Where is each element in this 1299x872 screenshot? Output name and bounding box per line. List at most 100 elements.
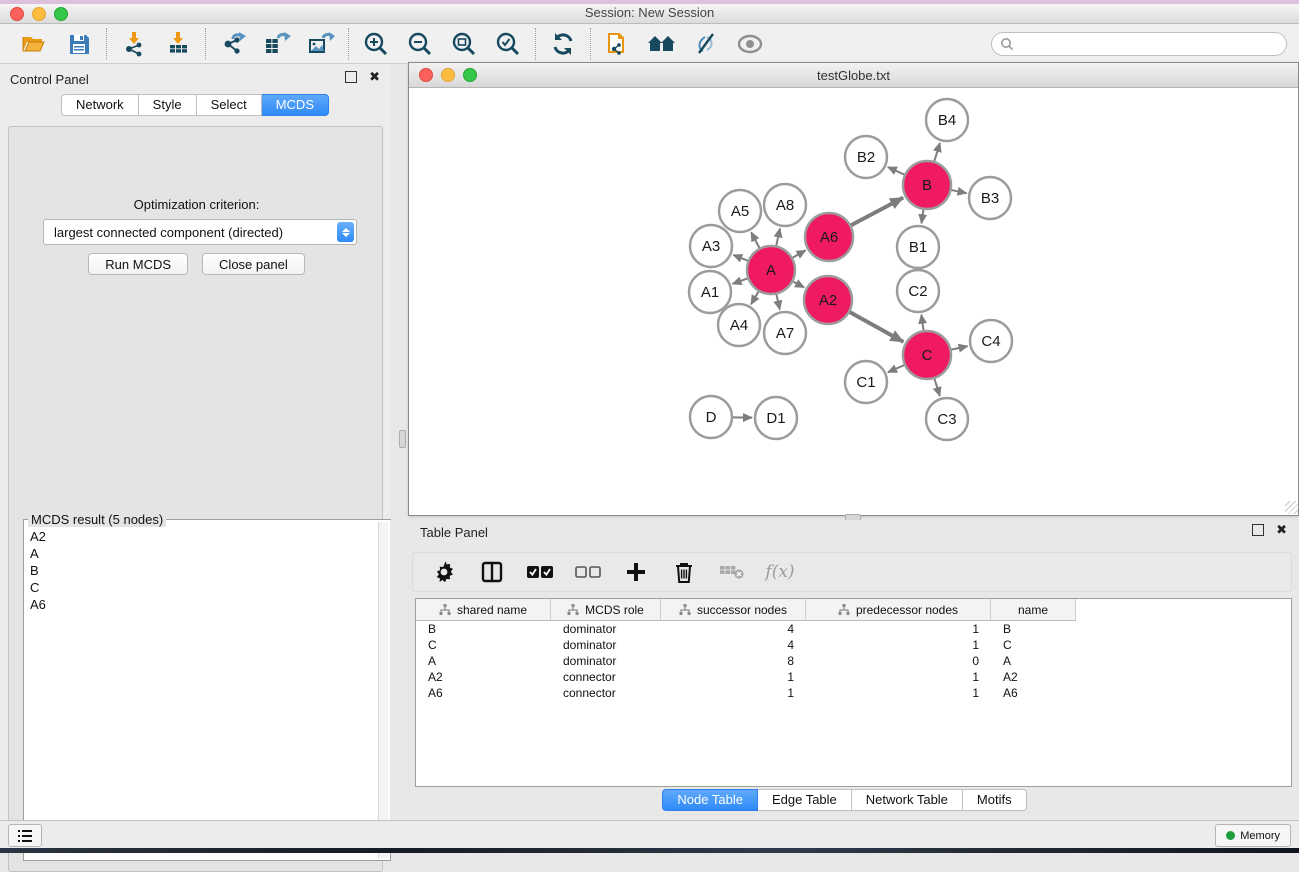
edge-A-A4[interactable] <box>751 292 758 305</box>
search-input[interactable] <box>1014 34 1286 54</box>
table-cell[interactable]: A2 <box>416 669 551 685</box>
table-row[interactable]: A2connector11A2 <box>416 669 1291 685</box>
node-D1[interactable]: D1 <box>755 397 797 439</box>
import-table-icon[interactable] <box>161 28 195 60</box>
table-cell[interactable]: dominator <box>551 653 661 669</box>
table-cell[interactable]: 1 <box>806 621 991 637</box>
node-D[interactable]: D <box>690 396 732 438</box>
deselect-checks-icon[interactable] <box>575 559 601 585</box>
edge-B-B2[interactable] <box>888 167 904 175</box>
table-cell[interactable]: 1 <box>806 685 991 701</box>
node-B[interactable]: B <box>903 161 951 209</box>
edge-A6-B[interactable] <box>851 198 903 226</box>
node-C4[interactable]: C4 <box>970 320 1012 362</box>
node-A1[interactable]: A1 <box>689 271 731 313</box>
delete-table-icon[interactable] <box>719 559 745 585</box>
node-B1[interactable]: B1 <box>897 226 939 268</box>
table-cell[interactable]: A6 <box>416 685 551 701</box>
mcds-result-item[interactable]: A2 <box>26 528 378 545</box>
export-network-icon[interactable] <box>216 28 250 60</box>
result-scrollbar[interactable] <box>378 522 388 858</box>
criterion-select[interactable]: largest connected component (directed) <box>43 219 357 245</box>
tab-network-table[interactable]: Network Table <box>852 789 963 811</box>
node-B3[interactable]: B3 <box>969 177 1011 219</box>
run-mcds-button[interactable]: Run MCDS <box>88 253 188 275</box>
edge-C-C3[interactable] <box>934 379 939 396</box>
table-cell[interactable]: B <box>991 621 1076 637</box>
table-cell[interactable]: 1 <box>661 685 806 701</box>
open-folder-icon[interactable] <box>18 28 52 60</box>
refresh-layout-icon[interactable] <box>546 28 580 60</box>
copy-network-icon[interactable] <box>601 28 635 60</box>
select-all-checks-icon[interactable] <box>527 559 553 585</box>
tab-select[interactable]: Select <box>197 94 262 116</box>
table-row[interactable]: Adominator80A <box>416 653 1291 669</box>
edge-A-A3[interactable] <box>733 255 748 261</box>
tab-network[interactable]: Network <box>61 94 139 116</box>
close-panel-icon[interactable]: ✖ <box>369 72 380 82</box>
split-columns-icon[interactable] <box>479 559 505 585</box>
edge-B-B4[interactable] <box>934 143 940 161</box>
column-header-successor-nodes[interactable]: successor nodes <box>661 599 806 621</box>
node-A4[interactable]: A4 <box>718 304 760 346</box>
table-cell[interactable]: 1 <box>806 637 991 653</box>
table-cell[interactable]: A <box>991 653 1076 669</box>
node-C[interactable]: C <box>903 331 951 379</box>
table-cell[interactable]: 1 <box>661 669 806 685</box>
function-builder-icon[interactable]: f(x) <box>767 559 793 585</box>
network-canvas[interactable]: B4B2BB3B1A5A8A6A3AA1C2A2A4A7C4CC1C3DD1 <box>409 88 1298 514</box>
hide-labels-icon[interactable] <box>689 28 723 60</box>
node-A5[interactable]: A5 <box>719 190 761 232</box>
node-A8[interactable]: A8 <box>764 184 806 226</box>
mcds-result-item[interactable]: A6 <box>26 596 378 613</box>
node-A[interactable]: A <box>747 246 795 294</box>
network-graph[interactable]: B4B2BB3B1A5A8A6A3AA1C2A2A4A7C4CC1C3DD1 <box>409 88 1298 514</box>
network-window-titlebar[interactable]: testGlobe.txt <box>409 63 1298 88</box>
column-header-predecessor-nodes[interactable]: predecessor nodes <box>806 599 991 621</box>
edge-A-A8[interactable] <box>776 228 780 245</box>
table-cell[interactable]: connector <box>551 685 661 701</box>
column-header-mcds-role[interactable]: MCDS role <box>551 599 661 621</box>
mcds-result-item[interactable]: A <box>26 545 378 562</box>
import-network-icon[interactable] <box>117 28 151 60</box>
tab-motifs[interactable]: Motifs <box>963 789 1027 811</box>
tab-style[interactable]: Style <box>139 94 197 116</box>
zoom-selected-icon[interactable] <box>491 28 525 60</box>
node-C2[interactable]: C2 <box>897 270 939 312</box>
edge-C-C2[interactable] <box>921 315 923 330</box>
node-A2[interactable]: A2 <box>804 276 852 324</box>
table-cell[interactable]: 1 <box>806 669 991 685</box>
add-column-icon[interactable] <box>623 559 649 585</box>
table-cell[interactable]: dominator <box>551 637 661 653</box>
table-row[interactable]: Cdominator41C <box>416 637 1291 653</box>
edge-A-A7[interactable] <box>776 294 779 309</box>
close-panel-icon[interactable]: ✖ <box>1276 525 1287 535</box>
task-history-button[interactable] <box>8 824 42 847</box>
search-box[interactable] <box>991 32 1287 56</box>
mcds-result-item[interactable]: C <box>26 579 378 596</box>
delete-column-icon[interactable] <box>671 559 697 585</box>
mcds-result-item[interactable]: B <box>26 562 378 579</box>
table-cell[interactable]: C <box>416 637 551 653</box>
table-cell[interactable]: A2 <box>991 669 1076 685</box>
export-table-icon[interactable] <box>260 28 294 60</box>
edge-C-C4[interactable] <box>951 346 967 350</box>
save-icon[interactable] <box>62 28 96 60</box>
table-cell[interactable]: C <box>991 637 1076 653</box>
table-cell[interactable]: A <box>416 653 551 669</box>
node-A6[interactable]: A6 <box>805 213 853 261</box>
eye-icon[interactable] <box>733 28 767 60</box>
export-image-icon[interactable] <box>304 28 338 60</box>
gear-icon[interactable] <box>431 559 457 585</box>
mcds-result-list[interactable]: A2ABCA6 <box>26 528 378 858</box>
column-header-shared-name[interactable]: shared name <box>416 599 551 621</box>
tab-edge-table[interactable]: Edge Table <box>758 789 852 811</box>
table-cell[interactable]: B <box>416 621 551 637</box>
edge-A-A5[interactable] <box>751 232 759 248</box>
table-cell[interactable]: 4 <box>661 621 806 637</box>
zoom-fit-icon[interactable] <box>447 28 481 60</box>
edge-A-A2[interactable] <box>793 282 804 288</box>
close-panel-button[interactable]: Close panel <box>202 253 305 275</box>
node-A7[interactable]: A7 <box>764 312 806 354</box>
edge-A2-C[interactable] <box>850 312 904 342</box>
